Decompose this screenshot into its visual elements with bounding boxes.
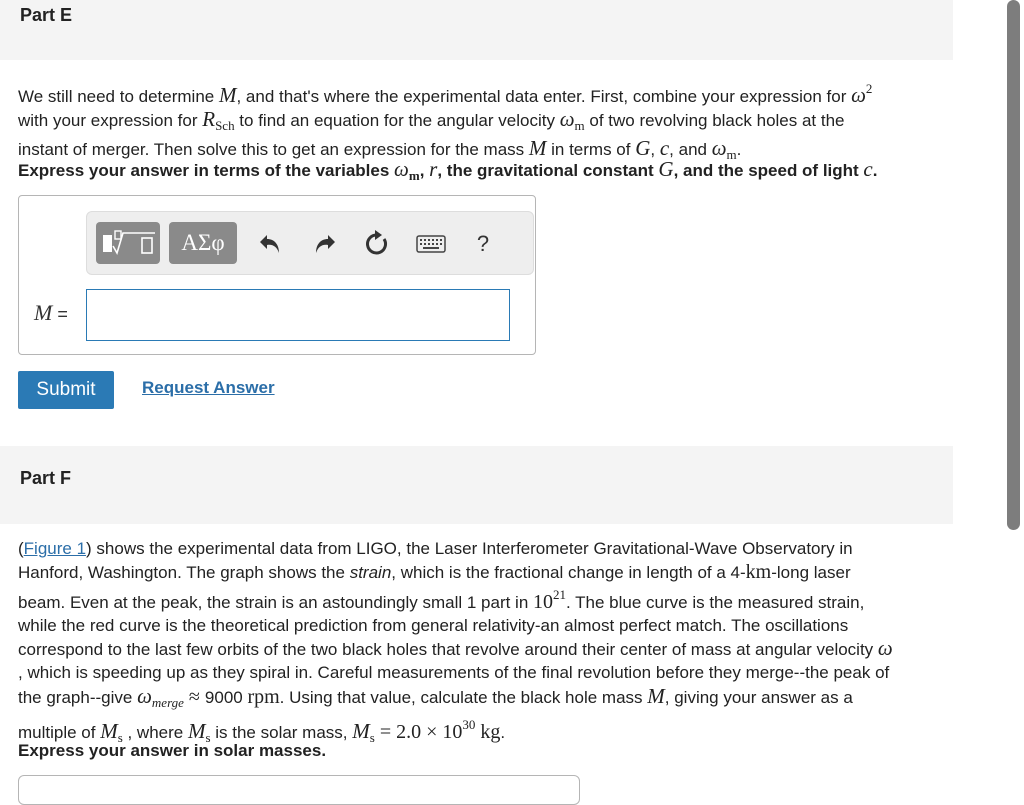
part-f-line-7: the graph--give ωmerge ≈ 9000 rpm. Using… — [18, 683, 853, 710]
greek-symbols-button[interactable]: ΑΣφ — [169, 222, 237, 264]
part-f-line-6: , which is speeding up as they spiral in… — [18, 662, 890, 682]
scrollbar-thumb[interactable] — [1007, 0, 1020, 530]
part-f-answer-box — [18, 775, 580, 805]
undo-icon[interactable] — [257, 229, 285, 259]
math-toolbar: ΑΣφ ? — [86, 211, 534, 275]
part-e-instruction: Express your answer in terms of the vari… — [18, 157, 878, 183]
help-label: ? — [476, 231, 490, 256]
part-f-header: Part F — [0, 446, 953, 524]
part-e-header: Part E — [0, 0, 953, 60]
answer-box: ΑΣφ ? M = — [18, 195, 536, 355]
figure-1-link[interactable]: Figure 1 — [24, 539, 86, 558]
request-answer-link[interactable]: Request Answer — [142, 378, 275, 398]
templates-button[interactable] — [96, 222, 160, 264]
answer-label: M = — [34, 300, 68, 325]
part-e-title: Part E — [20, 5, 73, 25]
part-f-line-2: Hanford, Washington. The graph shows the… — [18, 560, 851, 583]
part-f-line-1: (Figure 1) shows the experimental data f… — [18, 539, 853, 558]
part-f-instruction: Express your answer in solar masses. — [18, 741, 327, 760]
part-e-description: We still need to determine M, and that's… — [18, 78, 948, 166]
templates-icon — [103, 230, 155, 256]
part-e-line-2: with your expression for RSch to find an… — [18, 107, 845, 133]
answer-input[interactable] — [86, 289, 510, 341]
part-f-description: (Figure 1) shows the experimental data f… — [18, 538, 948, 750]
part-f-line-4: while the red curve is the theoretical p… — [18, 615, 849, 635]
submit-button[interactable]: Submit — [18, 371, 114, 409]
redo-icon[interactable] — [310, 229, 338, 259]
help-button[interactable]: ? — [469, 229, 497, 259]
reset-icon[interactable] — [363, 229, 391, 259]
part-f-title: Part F — [20, 468, 72, 488]
greek-symbols-label: ΑΣφ — [181, 230, 225, 255]
keyboard-icon[interactable] — [415, 229, 447, 259]
part-f-line-5: correspond to the last few orbits of the… — [18, 636, 893, 661]
part-f-line-3: beam. Even at the peak, the strain is an… — [18, 587, 865, 614]
part-e-line-1: We still need to determine M, and that's… — [18, 81, 873, 107]
